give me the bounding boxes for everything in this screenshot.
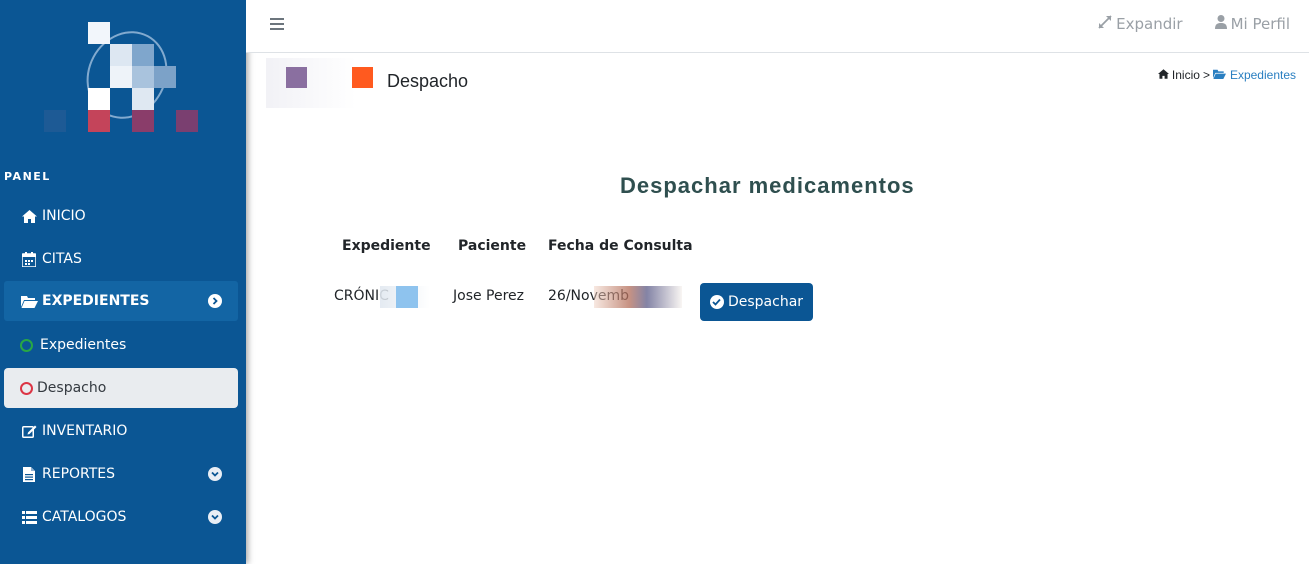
- panel-label: PANEL: [4, 170, 51, 183]
- expand-label: Expandir: [1116, 15, 1183, 33]
- menu-toggle-icon[interactable]: [270, 18, 284, 30]
- sidebar-item-label: CITAS: [42, 251, 82, 267]
- circle-icon: [20, 338, 33, 352]
- page-title: Despacho: [387, 71, 469, 91]
- edit-icon: [20, 422, 38, 440]
- home-icon: [1157, 68, 1169, 82]
- sidebar-item-label: Despacho: [37, 380, 107, 396]
- section-title: Despachar medicamentos: [620, 173, 915, 198]
- blurred-logo: [266, 58, 356, 108]
- redacted-fecha: [594, 286, 682, 308]
- logo: [0, 0, 246, 160]
- logo-square-orange: [352, 67, 373, 88]
- redacted-expediente-block: [396, 286, 418, 308]
- breadcrumb-home[interactable]: Inicio: [1172, 68, 1200, 82]
- calendar-icon: [20, 250, 38, 268]
- profile-button[interactable]: Mi Perfil: [1214, 15, 1290, 33]
- file-icon: [20, 465, 38, 483]
- circle-icon: [20, 381, 33, 395]
- sidebar-item-label: INICIO: [42, 208, 86, 224]
- despachar-button[interactable]: Despachar: [700, 283, 813, 321]
- sidebar-item-inicio[interactable]: INICIO: [4, 196, 238, 236]
- column-header-expediente: Expediente: [342, 238, 431, 254]
- logo-square-purple: [286, 67, 307, 88]
- breadcrumb-separator: >: [1202, 68, 1210, 82]
- check-circle-icon: [709, 295, 724, 309]
- home-icon: [20, 207, 38, 225]
- breadcrumb: Inicio > Expedientes: [1157, 68, 1296, 82]
- despachar-label: Despachar: [727, 294, 804, 310]
- expand-button[interactable]: Expandir: [1098, 15, 1183, 33]
- sidebar: PANEL INICIO CITAS EXPEDIENTES Expedient…: [0, 0, 246, 564]
- folder-open-icon: [20, 292, 38, 310]
- sidebar-item-label: CATALOGOS: [42, 509, 127, 525]
- topbar: Expandir Mi Perfil: [246, 0, 1309, 53]
- sidebar-item-label: EXPEDIENTES: [42, 293, 150, 309]
- column-header-fecha: Fecha de Consulta: [548, 238, 693, 254]
- sidebar-item-inventario[interactable]: INVENTARIO: [4, 411, 238, 451]
- sidebar-item-label: INVENTARIO: [42, 423, 128, 439]
- chevron-down-icon[interactable]: [208, 467, 222, 481]
- profile-label: Mi Perfil: [1230, 15, 1290, 33]
- folder-open-icon: [1212, 68, 1226, 82]
- column-header-paciente: Paciente: [458, 238, 527, 254]
- sidebar-item-expedientes[interactable]: EXPEDIENTES: [4, 281, 238, 321]
- sidebar-item-reportes[interactable]: REPORTES: [4, 454, 238, 494]
- content-header: Despacho Inicio > Expedientes: [246, 53, 1309, 113]
- sidebar-subitem-despacho[interactable]: Despacho: [4, 368, 238, 408]
- sidebar-item-label: Expedientes: [40, 337, 127, 353]
- sidebar-subitem-expedientes[interactable]: Expedientes: [4, 325, 238, 365]
- sidebar-item-citas[interactable]: CITAS: [4, 239, 238, 279]
- expand-arrows-icon: [1098, 15, 1112, 33]
- breadcrumb-current[interactable]: Expedientes: [1212, 68, 1296, 82]
- cell-paciente: Jose Perez: [453, 288, 525, 304]
- list-icon: [20, 508, 38, 526]
- chevron-down-icon[interactable]: [208, 510, 222, 524]
- sidebar-item-catalogos[interactable]: CATALOGOS: [4, 497, 238, 537]
- chevron-right-icon[interactable]: [208, 294, 222, 308]
- app: PANEL INICIO CITAS EXPEDIENTES Expedient…: [0, 0, 1309, 564]
- user-icon: [1214, 15, 1227, 33]
- topbar-actions: Expandir Mi Perfil: [1098, 15, 1290, 33]
- sidebar-item-label: REPORTES: [42, 466, 116, 482]
